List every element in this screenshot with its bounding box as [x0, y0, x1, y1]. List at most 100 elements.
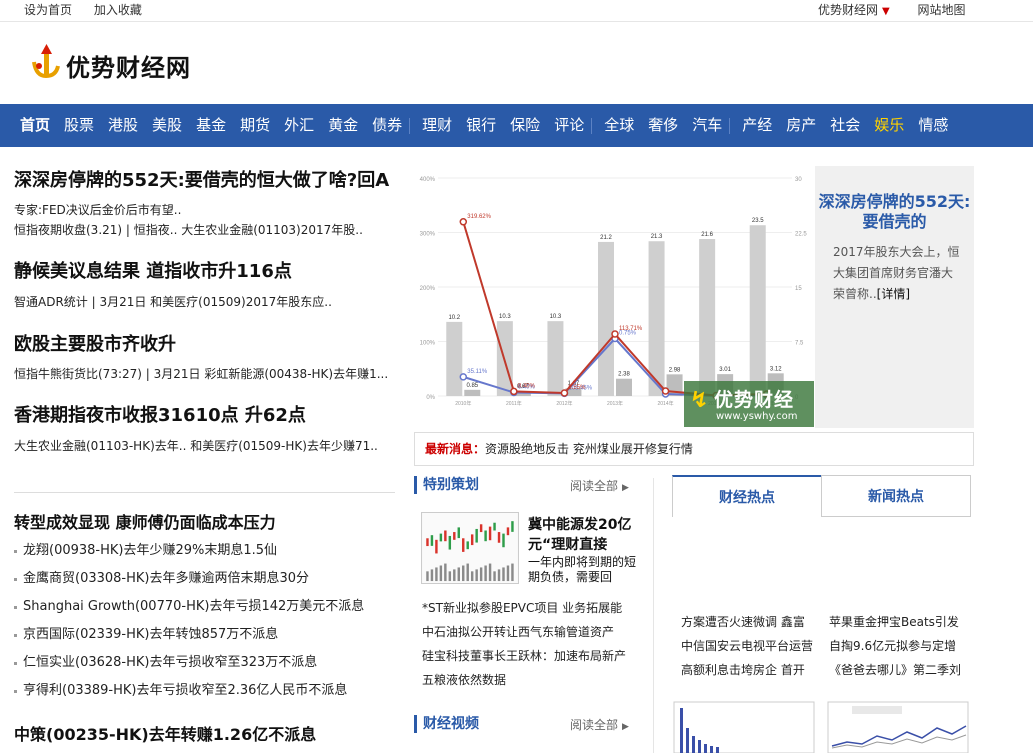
candle [493, 522, 496, 531]
right-axis-tick: 7.5 [795, 341, 804, 347]
nav-item-16[interactable]: 产经 [735, 104, 779, 147]
set-homepage-link[interactable]: 设为首页 [24, 3, 72, 17]
nav-item-15[interactable]: 汽车 [685, 104, 729, 147]
list-item[interactable]: 仁恒实业(03628-HK)去年亏损收窄至323万不派息 [14, 649, 364, 677]
volume-bar [448, 571, 452, 582]
volume-bar [493, 571, 496, 582]
candle [457, 527, 460, 539]
table-row: 方案遭否火速微调 鑫富 苹果重金押宝Beats引发 [681, 610, 981, 634]
tab-finance-hot[interactable]: 财经热点 [672, 475, 822, 517]
volume-bar [511, 563, 514, 582]
bar [699, 239, 716, 396]
candle [462, 538, 465, 552]
site-dropdown[interactable]: 优势财经网 [818, 3, 878, 17]
list-item[interactable]: 金鹰商贸(03308-HK)去年多赚逾两倍末期息30分 [14, 565, 364, 593]
hot-item[interactable]: 《爸爸去哪儿》第二季刘 [829, 658, 961, 682]
list-item[interactable]: 五粮液依然数据 [422, 668, 626, 692]
section2-title[interactable]: 转型成效显现 康师傅仍面临成本压力 [14, 509, 276, 533]
special-list: *ST新业拟参股EPVC项目 业务拓展能 中石油拟公开转让西气东输管道资产 硅宝… [422, 596, 626, 692]
list-item[interactable]: 亨得利(03389-HK)去年亏损收窄至2.36亿人民币不派息 [14, 677, 364, 705]
nav-item-0[interactable]: 首页 [13, 104, 57, 147]
nav-list: 首页 股票 港股 美股 基金 期货 外汇 黄金 债券 理财 银行 保险 评论 全球 奢侈 汽车 产经 房产 社会 娱乐… [13, 104, 955, 147]
list-item[interactable]: Shanghai Growth(00770-HK)去年亏损142万美元不派息 [14, 593, 364, 621]
red-series-point [510, 387, 518, 396]
headline-2[interactable]: 静候美议息结果 道指收市升116点 [14, 257, 292, 283]
candle [479, 524, 483, 533]
volume-bar [506, 565, 510, 582]
bar [749, 225, 766, 396]
list-item[interactable]: 龙翔(00938-HK)去年少赚29%末期息1.5仙 [14, 537, 364, 565]
chevron-down-icon[interactable]: ▼ [882, 6, 890, 17]
side-card-more-link[interactable]: [详情] [877, 287, 910, 301]
headline-1-sub-1[interactable]: 专家:FED决议后金价后市有望.. [14, 201, 181, 218]
sitemap-link[interactable]: 网站地图 [918, 3, 966, 17]
latest-news-text[interactable]: 资源股绝地反击 兖州煤业展开修复行情 [485, 442, 693, 456]
side-card-title[interactable]: 深深房停牌的552天:要借壳的 [815, 192, 974, 232]
bar-label: 21.3 [651, 234, 663, 240]
top-bar: 设为首页 加入收藏 优势财经网 ▼ 网站地图 [0, 0, 1033, 22]
video-read-all-link[interactable]: 阅读全部 ▶ [570, 716, 629, 733]
side-card-desc: 2017年股东大会上，恒大集团首席财务官潘大荣曾称..[详情] [833, 242, 963, 305]
special-thumbnail[interactable] [421, 512, 519, 584]
hot-mini-charts[interactable] [672, 698, 972, 753]
candle [506, 527, 510, 536]
bar [598, 241, 614, 396]
latest-news-label: 最新消息： [425, 442, 486, 456]
volume-bar [426, 571, 429, 582]
hot-item[interactable]: 中信国安云电视平台运营 [681, 634, 813, 658]
video-section-title[interactable]: 财经视频 [414, 715, 479, 733]
list-item[interactable]: 硅宝科技董事长王跃林：加速布局新产 [422, 644, 626, 668]
nav-item-18[interactable]: 社会 [823, 104, 867, 147]
nav-item-6[interactable]: 外汇 [277, 104, 321, 147]
nav-item-13[interactable]: 全球 [597, 104, 641, 147]
nav-item-19[interactable]: 娱乐 [867, 104, 911, 147]
hot-item[interactable]: 自掏9.6亿元拟参与定增 [829, 634, 956, 658]
main-nav: 首页 股票 港股 美股 基金 期货 外汇 黄金 债券 理财 银行 保险 评论 全球 奢侈 汽车 产经 房产 社会 娱乐… [0, 104, 1033, 147]
headline-1[interactable]: 深深房停牌的552天:要借壳的恒大做了啥?回A [14, 166, 389, 192]
headline-2-sub-1[interactable]: 智通ADR统计 | 3月21日 和美医疗(01509)2017年股东应.. [14, 293, 332, 310]
section2-bottom-title[interactable]: 中策(00235-HK)去年转赚1.26亿不派息 [14, 721, 316, 745]
nav-item-3[interactable]: 美股 [145, 104, 189, 147]
red-series-data-label: 319.62% [467, 214, 491, 220]
list-item[interactable]: *ST新业拟参股EPVC项目 业务拓展能 [422, 596, 626, 620]
list-item[interactable]: 京西国际(02339-HK)去年转蚀857万不派息 [14, 621, 364, 649]
nav-item-5[interactable]: 期货 [233, 104, 277, 147]
add-favorite-link[interactable]: 加入收藏 [94, 3, 142, 17]
headline-3-sub-1[interactable]: 恒指牛熊街货比(73:27) | 3月21日 彩虹新能源(00438-HK)去年… [14, 365, 388, 382]
video-read-all-label: 阅读全部 [570, 718, 619, 732]
headline-1-sub-2[interactable]: 恒指夜期收盘(3.21) | 恒指夜.. 大生农业金融(01103)2017年股… [14, 221, 363, 238]
hot-list: 方案遭否火速微调 鑫富 苹果重金押宝Beats引发 中信国安云电视平台运营 自掏9.… [681, 610, 981, 682]
candle [484, 530, 487, 542]
top-bar-right: 优势财经网 ▼ 网站地图 [818, 1, 966, 18]
special-read-all-link[interactable]: 阅读全部 ▶ [570, 477, 629, 494]
nav-item-10[interactable]: 银行 [459, 104, 503, 147]
list-item[interactable]: 中石油拟公开转让西气东输管道资产 [422, 620, 626, 644]
nav-item-14[interactable]: 奢侈 [641, 104, 685, 147]
left-axis-tick: 200% [420, 286, 436, 292]
headline-3[interactable]: 欧股主要股市齐收升 [14, 330, 176, 356]
bar-label: 3.01 [719, 367, 731, 373]
site-logo[interactable]: 优势财经网 [30, 44, 220, 84]
nav-item-20[interactable]: 情感 [911, 104, 955, 147]
nav-item-11[interactable]: 保险 [503, 104, 547, 147]
nav-item-8[interactable]: 债券 [365, 104, 409, 147]
special-section-title[interactable]: 特别策划 [414, 476, 479, 494]
nav-item-4[interactable]: 基金 [189, 104, 233, 147]
nav-item-9[interactable]: 理财 [415, 104, 459, 147]
nav-item-2[interactable]: 港股 [101, 104, 145, 147]
nav-item-17[interactable]: 房产 [779, 104, 823, 147]
nav-item-7[interactable]: 黄金 [321, 104, 365, 147]
tab-news-hot[interactable]: 新闻热点 [821, 475, 971, 517]
nav-item-1[interactable]: 股票 [57, 104, 101, 147]
special-feature-title[interactable]: 冀中能源发20亿元“理财直接 [528, 515, 638, 555]
volume-bar [453, 569, 456, 582]
right-axis-tick: 15 [795, 286, 802, 292]
headline-4[interactable]: 香港期指夜市收报31610点 升62点 [14, 401, 306, 427]
bar-label: 2.38 [618, 372, 630, 378]
headline-4-sub-1[interactable]: 大生农业金融(01103-HK)去年.. 和美医疗(01509-HK)去年少赚7… [14, 437, 378, 454]
hot-item[interactable]: 方案遭否火速微调 鑫富 [681, 610, 805, 634]
hot-item[interactable]: 苹果重金押宝Beats引发 [829, 610, 959, 634]
nav-item-12[interactable]: 评论 [547, 104, 591, 147]
hot-item[interactable]: 高额利息击垮房企 首开 [681, 658, 805, 682]
featured-side-card[interactable]: 深深房停牌的552天:要借壳的 2017年股东大会上，恒大集团首席财务官潘大荣曾… [815, 166, 974, 428]
